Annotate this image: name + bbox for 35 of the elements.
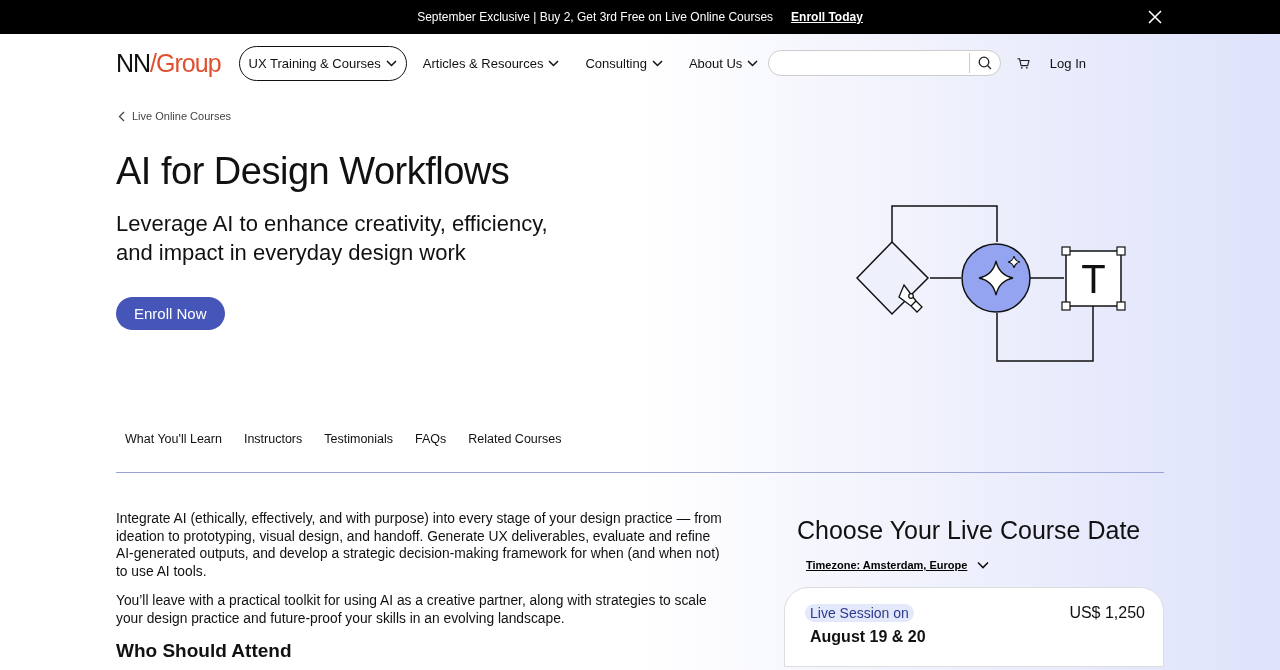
- nav-menu[interactable]: Articles & Resources: [412, 45, 570, 81]
- price: US$ 1,250: [1069, 604, 1145, 622]
- description-paragraph: Integrate AI (ethically, effectively, and with purpose) into every stage of your design practice — from ideation to prototyping, visual design, and handoff. Generate UX deliverables, evaluate and refine AI-generated outputs, and develop a strategic decision-making framework for when (and when not) to use AI tools.: [116, 510, 723, 581]
- enroll-button[interactable]: Enroll Now: [116, 297, 225, 330]
- cart-icon[interactable]: [1017, 56, 1030, 70]
- section-tab[interactable]: What You'll Learn: [125, 432, 222, 450]
- section-tab[interactable]: Related Courses: [468, 432, 562, 450]
- section-tab[interactable]: FAQs: [415, 432, 447, 450]
- close-icon[interactable]: [1148, 10, 1162, 24]
- chevron-down-icon: [548, 59, 560, 67]
- page-title: AI for Design Workflows: [116, 150, 511, 193]
- chevron-left-icon: [118, 110, 125, 122]
- announcement-text: September Exclusive | Buy 2, Get 3rd Free on Live Online Courses: [417, 10, 774, 24]
- search-icon[interactable]: [978, 56, 992, 70]
- chevron-down-icon: [747, 59, 759, 67]
- dates-heading: Choose Your Live Course Date: [797, 516, 1142, 545]
- subtitle: Leverage AI to enhance creativity, efficiency, and impact in everyday design work: [116, 210, 549, 267]
- logo[interactable]: NN/Group: [116, 48, 221, 78]
- session-badge: Live Session on: [805, 604, 914, 622]
- nav-menu[interactable]: About Us: [678, 45, 769, 81]
- description-paragraph: You’ll leave with a practical toolkit for using AI as a creative partner, along with strategies to scale your design practice and future-proof your skills in an evolving landscape.: [116, 592, 708, 628]
- login-link[interactable]: Log In: [1049, 55, 1086, 71]
- workflow-drawing: T: [856, 205, 1130, 367]
- breadcrumb-link[interactable]: Live Online Courses: [118, 110, 656, 122]
- section-tab[interactable]: Testimonials: [324, 432, 394, 450]
- search-field[interactable]: [768, 50, 1001, 76]
- chevron-down-icon: [651, 59, 663, 67]
- timezone-dropdown[interactable]: Timezone: Amsterdam, Europe: [806, 559, 990, 571]
- enroll-today-link[interactable]: Enroll Today: [791, 10, 863, 24]
- section-heading: Who Should Attend: [116, 639, 293, 662]
- chevron-down-icon: [385, 59, 397, 67]
- nav-menu[interactable]: Consulting: [575, 45, 673, 81]
- chevron-down-icon: [977, 561, 990, 569]
- session-date: August 19 & 20: [810, 628, 927, 646]
- section-tab[interactable]: Instructors: [243, 432, 303, 450]
